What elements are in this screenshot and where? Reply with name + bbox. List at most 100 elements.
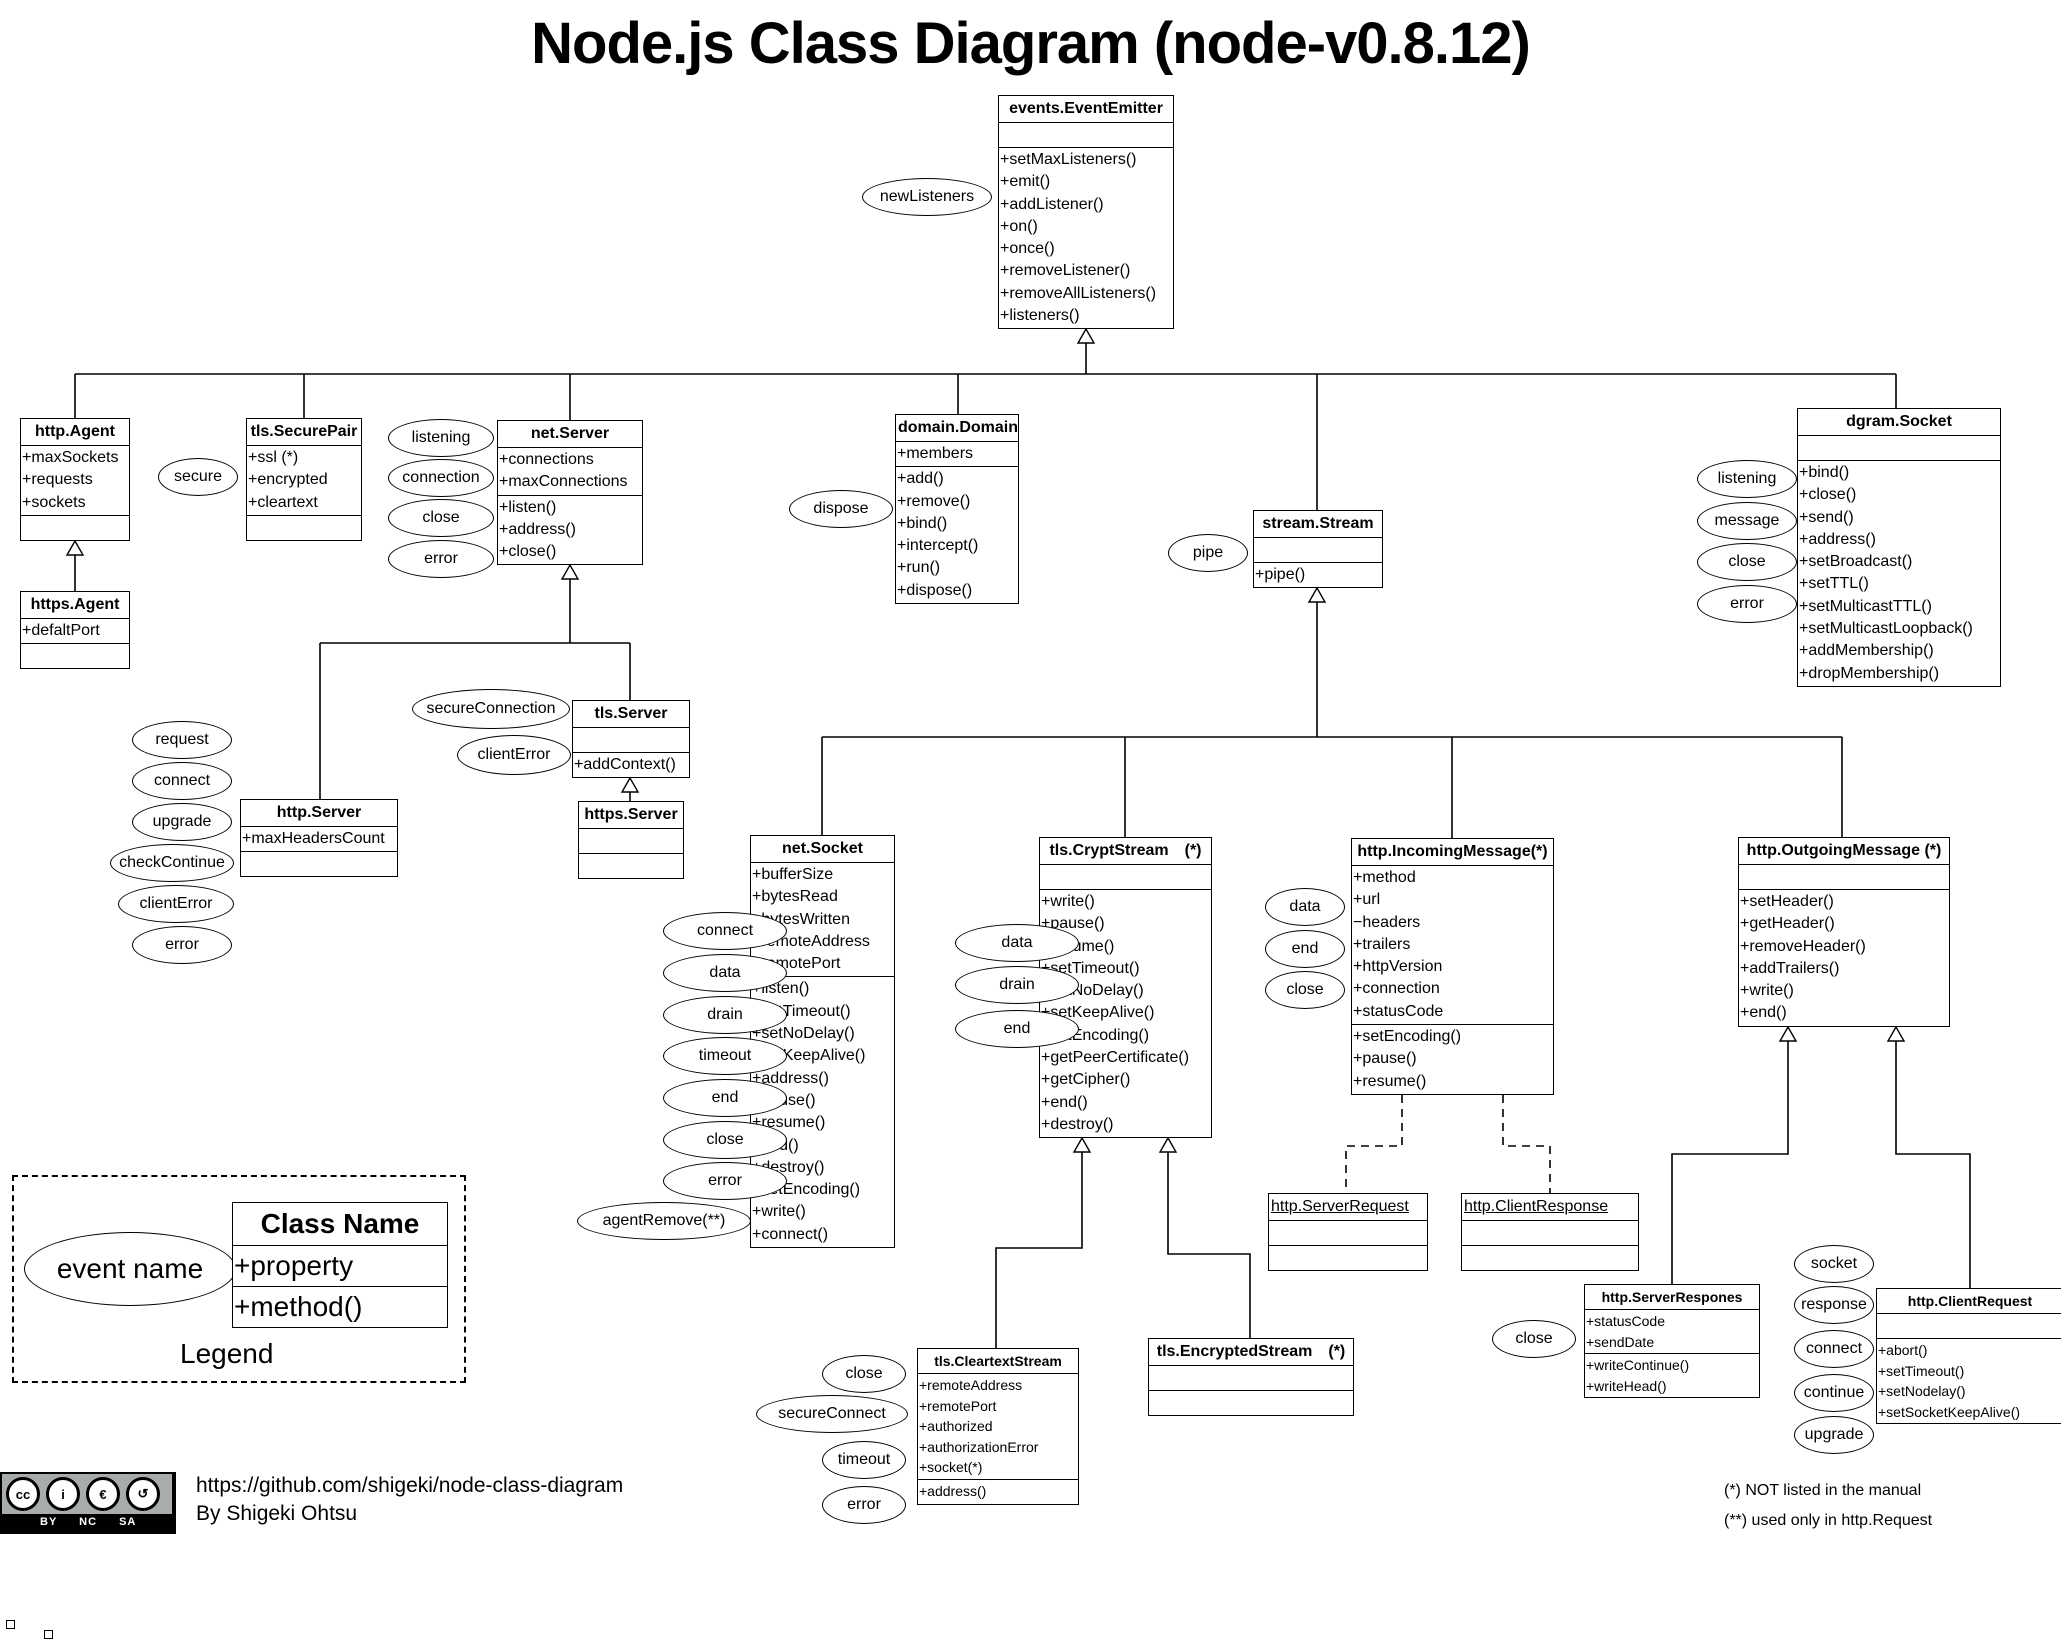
methods-section: +listen() +address() +close() xyxy=(498,494,642,565)
method: +address() xyxy=(919,1482,987,1499)
properties-section: +maxHeadersCount xyxy=(241,827,397,851)
event-upgrade: upgrade xyxy=(132,803,232,841)
property: +connection xyxy=(1353,980,1440,998)
event-data: data xyxy=(955,924,1079,962)
class-http-serverrespones[interactable]: http.ServerRespones +statusCode +sendDate +… xyxy=(1584,1284,1760,1398)
inheritance-arrowhead xyxy=(1886,1025,1906,1042)
property: +cleartext xyxy=(248,493,318,511)
footnote-2: (**) used only in http.Request xyxy=(1724,1512,1933,1529)
method: +addMembership() xyxy=(1799,642,1934,660)
class-dgram-socket[interactable]: dgram.Socket +bind() +close() +send() +addre… xyxy=(1797,408,2001,687)
method: +write() xyxy=(1740,982,1794,1000)
property: +bufferSize xyxy=(752,866,834,883)
event-error: error xyxy=(388,540,494,578)
diagram-title: Node.js Class Diagram (node-v0.8.12) xyxy=(531,11,1531,76)
legend-class-box: Class Name +property +method() xyxy=(232,1202,448,1328)
method: +destroy() xyxy=(1041,1115,1114,1133)
methods-section xyxy=(1462,1245,1638,1270)
methods-section xyxy=(579,853,683,878)
method: +write() xyxy=(1041,893,1095,910)
method: +remove() xyxy=(897,492,971,510)
event-clienterror: clientError xyxy=(457,735,571,775)
inheritance-arrowhead xyxy=(65,539,85,556)
license-labels: BY NC SA xyxy=(40,1516,137,1528)
method: +setMaxListeners() xyxy=(1000,151,1137,168)
class-https-agent[interactable]: https.Agent +defaltPort xyxy=(20,591,130,670)
class-http-clientresponse[interactable]: http.ClientResponse xyxy=(1461,1193,1639,1271)
event-end: end xyxy=(663,1079,787,1117)
methods-section xyxy=(241,851,397,876)
class-name: http.ClientRequest xyxy=(1877,1289,2061,1314)
event-drain: drain xyxy=(955,966,1079,1004)
class-name: http.Server xyxy=(241,800,397,827)
event-pipe: pipe xyxy=(1168,534,1248,572)
event-socket: socket xyxy=(1794,1245,1874,1283)
property: +maxHeadersCount xyxy=(242,830,385,847)
event-request: request xyxy=(132,721,232,759)
method: +bind() xyxy=(1799,464,1850,481)
attribution-icon: i xyxy=(46,1477,80,1511)
method: +removeListener() xyxy=(1000,262,1131,280)
class-http-incomingmessage[interactable]: http.IncomingMessage(*) +method +url −heade… xyxy=(1351,838,1554,1095)
property: +method xyxy=(1353,869,1416,886)
method: +setMulticastTTL() xyxy=(1799,597,1932,615)
class-http-clientrequest[interactable]: http.ClientRequest +abort() +setTimeout() +… xyxy=(1876,1288,2061,1424)
class-events-eventemitter[interactable]: events.EventEmitter +setMaxListeners() +em… xyxy=(998,95,1174,330)
class-stream-stream[interactable]: stream.Stream +pipe() xyxy=(1253,510,1383,589)
event-error: error xyxy=(663,1162,787,1200)
class-domain-domain[interactable]: domain.Domain +members +add() +remove() +bin… xyxy=(895,414,1019,605)
property: +members xyxy=(897,445,974,462)
inheritance-arrowhead xyxy=(1076,327,1096,344)
class-net-server[interactable]: net.Server +connections +maxConnections +li… xyxy=(497,420,643,566)
class-name: https.Server xyxy=(579,802,683,829)
class-tls-encryptedstream[interactable]: tls.EncryptedStream (*) xyxy=(1148,1338,1354,1416)
class-http-serverrequest[interactable]: http.ServerRequest xyxy=(1268,1193,1428,1271)
legend-class-name: Class Name xyxy=(233,1203,447,1246)
event-agentremove: agentRemove(**) xyxy=(577,1202,751,1240)
class-name: events.EventEmitter xyxy=(999,96,1173,123)
properties-section xyxy=(1739,865,1949,889)
properties-section: +ssl (*) +encrypted +cleartext xyxy=(247,446,361,515)
event-data: data xyxy=(1265,888,1345,926)
methods-section xyxy=(1269,1245,1427,1270)
event-listening: listening xyxy=(388,419,494,457)
method: +once() xyxy=(1000,240,1055,258)
property: +socket(*) xyxy=(919,1459,983,1475)
method: +setMulticastLoopback() xyxy=(1799,620,1973,638)
methods-section xyxy=(21,643,129,668)
property: +sockets xyxy=(22,493,86,511)
class-tls-cleartextstream[interactable]: tls.CleartextStream +remoteAddress +remote… xyxy=(917,1348,1079,1505)
method: +address() xyxy=(1799,530,1876,548)
method: +writeContinue() xyxy=(1586,1357,1690,1373)
class-http-agent[interactable]: http.Agent +maxSockets +requests +sockets xyxy=(20,418,130,541)
event-close: close xyxy=(1697,543,1797,581)
event-clienterror: clientError xyxy=(118,885,234,923)
method: +addListener() xyxy=(1000,195,1104,213)
author: By Shigeki Ohtsu xyxy=(196,1502,358,1525)
inheritance-arrowhead xyxy=(1072,1136,1092,1153)
properties-section xyxy=(1149,1366,1353,1390)
method: +pause() xyxy=(1353,1050,1417,1068)
class-https-server[interactable]: https.Server xyxy=(578,801,684,879)
inheritance-line xyxy=(1167,1152,1251,1338)
event-dispose: dispose xyxy=(789,490,893,528)
class-tls-securepair[interactable]: tls.SecurePair +ssl (*) +encrypted +clearte… xyxy=(246,418,362,541)
legend-title: Legend xyxy=(180,1338,274,1369)
inheritance-line xyxy=(822,602,1842,738)
class-name: http.OutgoingMessage (*) xyxy=(1739,838,1949,865)
method: +writeHead() xyxy=(1586,1377,1667,1394)
class-http-outgoingmessage[interactable]: http.OutgoingMessage (*) +setHeader() +get… xyxy=(1738,837,1950,1027)
class-tls-server[interactable]: tls.Server +addContext() xyxy=(572,700,690,779)
repo-url[interactable]: https://github.com/shigeki/node-class-di… xyxy=(196,1474,623,1498)
class-http-server[interactable]: http.Server +maxHeadersCount xyxy=(240,799,398,878)
event-connect: connect xyxy=(1794,1330,1874,1368)
property: +url xyxy=(1353,891,1381,909)
method: +emit() xyxy=(1000,173,1051,191)
properties-section xyxy=(1269,1221,1427,1245)
properties-section: +remoteAddress +remotePort +authorized +aut… xyxy=(918,1374,1078,1479)
properties-section xyxy=(1254,538,1382,562)
method: +getHeader() xyxy=(1740,915,1835,933)
class-name: http.ServerRequest xyxy=(1269,1194,1427,1221)
inheritance-arrowhead xyxy=(1778,1025,1798,1042)
event-error: error xyxy=(1697,585,1797,623)
